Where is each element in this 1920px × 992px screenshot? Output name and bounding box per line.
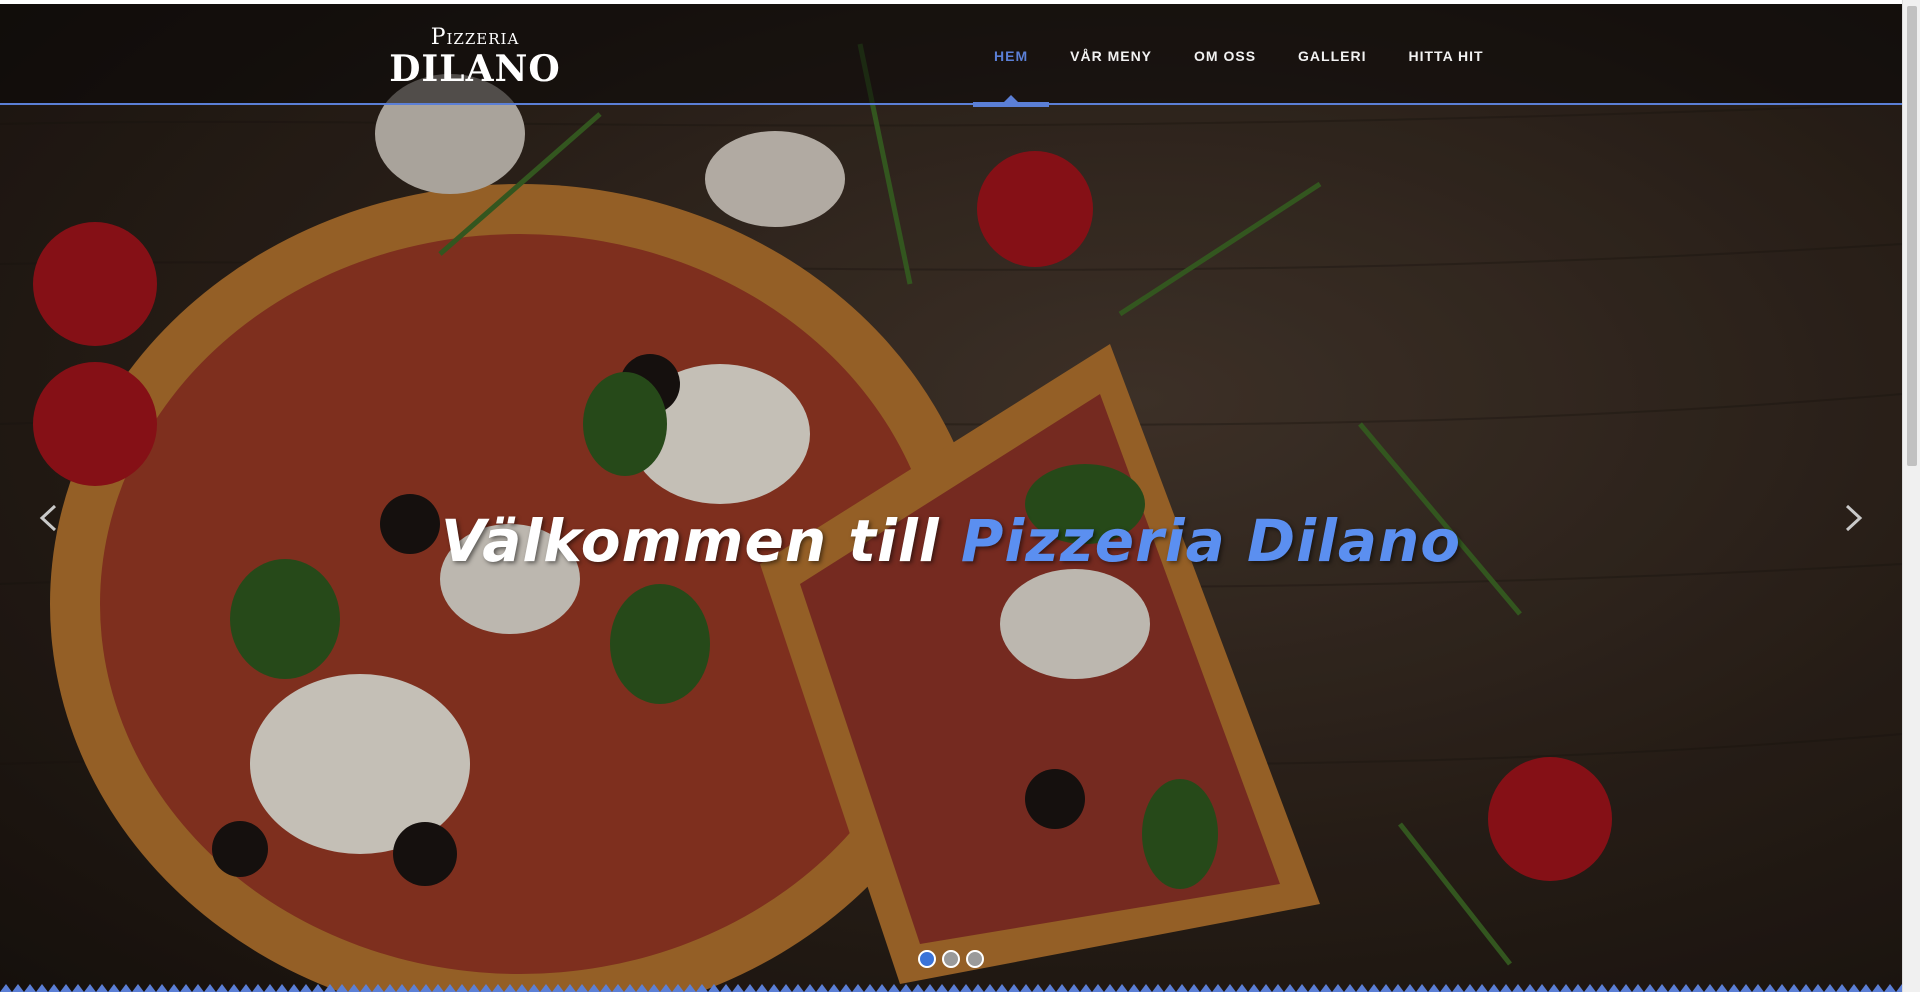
nav-item-var-meny[interactable]: VÅR MENY <box>1049 4 1173 105</box>
headline-white-text: Välkommen till <box>440 507 940 575</box>
zigzag-border <box>0 984 1902 992</box>
slide-indicator-2[interactable] <box>942 950 960 968</box>
hero-headline: Välkommen till Pizzeria Dilano <box>0 507 1902 575</box>
nav-item-om-oss[interactable]: OM OSS <box>1173 4 1277 105</box>
page-scrollbar[interactable] <box>1902 0 1920 992</box>
scrollbar-thumb[interactable] <box>1907 6 1917 466</box>
nav-item-hitta-hit[interactable]: HITTA HIT <box>1388 4 1505 105</box>
logo-top-text: Pizzeria <box>430 25 520 50</box>
main-nav: HEM VÅR MENY OM OSS GALLERI HITTA HIT <box>973 4 1505 107</box>
slide-indicators <box>918 950 984 968</box>
chevron-right-icon[interactable] <box>1832 498 1872 538</box>
logo-main-text: DILANO <box>389 48 561 90</box>
slide-indicator-3[interactable] <box>966 950 984 968</box>
hero-overlay <box>0 4 1902 992</box>
nav-item-galleri[interactable]: GALLERI <box>1277 4 1387 105</box>
slide-indicator-1[interactable] <box>918 950 936 968</box>
site-header: Pizzeria DILANO HEM VÅR MENY OM OSS GALL… <box>0 4 1902 107</box>
page: Pizzeria DILANO HEM VÅR MENY OM OSS GALL… <box>0 0 1920 992</box>
chevron-left-icon[interactable] <box>30 498 70 538</box>
site-logo[interactable]: Pizzeria DILANO <box>388 25 562 90</box>
headline-accent-text: Pizzeria Dilano <box>960 507 1462 575</box>
hero-slider: Pizzeria DILANO HEM VÅR MENY OM OSS GALL… <box>0 4 1902 992</box>
nav-item-hem[interactable]: HEM <box>973 4 1050 107</box>
